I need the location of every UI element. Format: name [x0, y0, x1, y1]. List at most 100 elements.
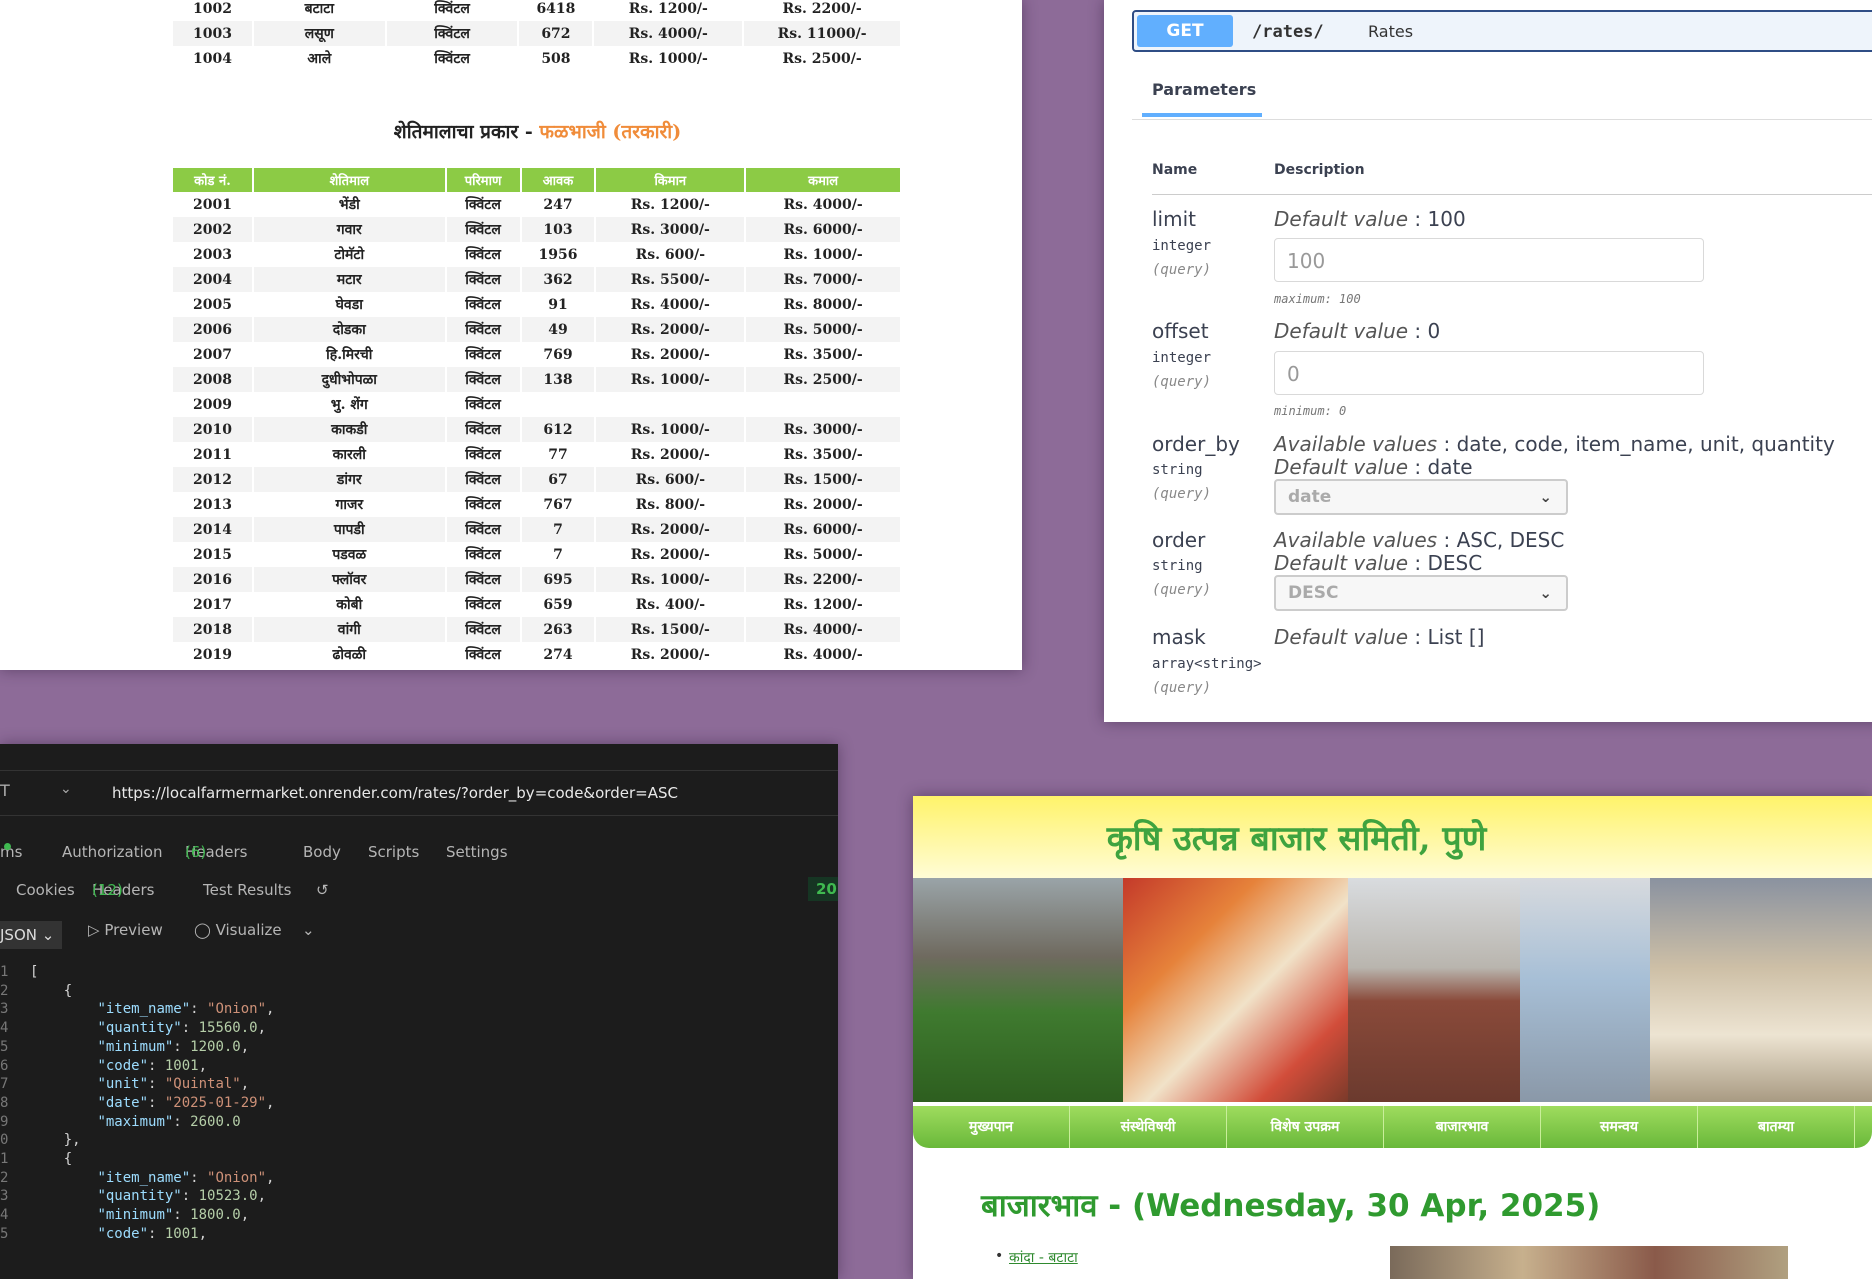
nav-item[interactable]: मुख्यपान [913, 1106, 1070, 1148]
table-cell: क्विंटल [445, 392, 522, 417]
column-header: किमान [595, 168, 747, 192]
json-bracket: { [30, 982, 73, 999]
tab-parameters[interactable]: Parameters [1152, 80, 1256, 99]
method-selector[interactable]: T [0, 781, 10, 800]
json-value: 1001 [164, 1057, 199, 1074]
table-cell: कारली [252, 442, 447, 467]
rates-table: कोड नं. शेतिमाल परिमाण आवक किमान कमाल 2001 भें… [173, 168, 902, 667]
punctuation: , [266, 1094, 275, 1111]
selected-value: date [1288, 487, 1332, 507]
table-cell: Rs. 1500/- [595, 617, 747, 642]
table-cell: 2011 [173, 442, 254, 467]
table-cell: 508 [518, 46, 595, 71]
table-cell: Rs. 3000/- [595, 217, 747, 242]
site-nav: मुख्यपान संस्थेविषयी विशेष उपक्रम बाजारभाव स… [913, 1106, 1872, 1148]
table-row: 1004 आले क्विंटल 508 Rs. 1000/- Rs. 2500/- [173, 46, 902, 71]
history-icon[interactable]: ↺ [316, 881, 329, 899]
table-cell: Rs. 600/- [595, 467, 747, 492]
rates-link[interactable]: कांदा - बटाटा [1009, 1248, 1078, 1267]
column-header: आवक [520, 168, 597, 192]
json-value: 1200.0 [190, 1038, 241, 1055]
line-number: 1 [0, 964, 9, 980]
table-cell: लसूण [252, 21, 387, 46]
nav-item[interactable]: विशेष उपक्रम [1227, 1106, 1384, 1148]
tab-body[interactable]: Body [303, 843, 341, 861]
table-cell: भेंडी [252, 192, 447, 217]
rates-sheet-panel: 1002 बटाटा क्विंटल 6418 Rs. 1200/- Rs. 2200/-… [0, 0, 1022, 670]
punctuation: , [198, 1057, 208, 1074]
punctuation: , [266, 1169, 275, 1186]
visualize-button[interactable]: ◯ Visualize [194, 921, 282, 939]
table-cell: 672 [518, 21, 595, 46]
endpoint-bar[interactable]: GET /rates/ Rates [1132, 10, 1872, 52]
table-cell: 362 [520, 267, 597, 292]
table-cell: Rs. 2000/- [595, 642, 747, 667]
url-input[interactable]: https://localfarmermarket.onrender.com/r… [112, 784, 678, 802]
chevron-down-icon[interactable]: ⌄ [302, 921, 315, 939]
table-cell: दुधीभोपळा [252, 367, 447, 392]
code-text: "item_name": "Onion", [30, 1170, 274, 1186]
offset-input[interactable]: 0 [1274, 351, 1704, 395]
punctuation: : [148, 1076, 165, 1093]
punctuation: , [257, 1020, 267, 1037]
tab-authorization[interactable]: Authorization [62, 843, 162, 861]
banner-sacks-image [1520, 878, 1650, 1102]
code-text: "item_name": "Onion", [30, 1001, 274, 1017]
line-number: 9 [0, 1113, 9, 1130]
tab-cookies[interactable]: Cookies [16, 881, 75, 899]
punctuation: : [173, 1207, 191, 1224]
order-by-select[interactable]: date ⌄ [1274, 479, 1568, 515]
table-cell: Rs. 4000/- [595, 292, 747, 317]
tab-settings[interactable]: Settings [446, 843, 508, 861]
table-row: 2019 ढोवळी क्विंटल 274 Rs. 2000/- Rs. 4000/- [173, 642, 902, 667]
chevron-down-icon[interactable]: ⌄ [60, 781, 72, 797]
page-heading: बाजारभाव - (Wednesday, 30 Apr, 2025) [981, 1188, 1601, 1224]
preview-button[interactable]: ▷ Preview [88, 921, 163, 939]
punctuation: : [190, 1169, 208, 1186]
headers-count: (6) [185, 843, 207, 861]
code-text: "date": "2025-01-29", [30, 1095, 274, 1111]
nav-item[interactable]: बाजारभाव [1384, 1106, 1541, 1148]
table-row: 2004 मटार क्विंटल 362 Rs. 5500/- Rs. 7000/- [173, 267, 902, 292]
punctuation: , [240, 1076, 250, 1093]
code-text: "minimum": 1200.0, [30, 1039, 249, 1055]
table-cell: Rs. 1000/- [595, 567, 747, 592]
line-number: 4 [0, 1020, 9, 1037]
nav-item[interactable]: समन्वय [1541, 1106, 1698, 1148]
table-cell: Rs. 6000/- [745, 517, 902, 542]
table-cell: क्विंटल [445, 192, 522, 217]
table-cell: 77 [520, 442, 597, 467]
punctuation: : [181, 1188, 199, 1205]
table-cell: पापडी [252, 517, 447, 542]
headers-count: (12) [92, 881, 123, 899]
param-name: order [1152, 528, 1206, 552]
tab-test-results[interactable]: Test Results [203, 881, 291, 899]
table-cell: 2002 [173, 217, 254, 242]
table-row: 2007 हि.मिरची क्विंटल 769 Rs. 2000/- Rs. 3500… [173, 342, 902, 367]
column-name-header: Name [1152, 162, 1198, 178]
table-cell: 695 [520, 567, 597, 592]
table-cell: क्विंटल [445, 267, 522, 292]
table-cell: Rs. 1200/- [595, 192, 747, 217]
order-select[interactable]: DESC ⌄ [1274, 575, 1568, 611]
tab-scripts[interactable]: Scripts [368, 843, 419, 861]
divider [1152, 194, 1872, 195]
nav-item[interactable]: बातम्या [1698, 1106, 1855, 1148]
table-cell: दोडका [252, 317, 447, 342]
param-type: integer [1152, 238, 1212, 254]
line-number: 3 [0, 1188, 9, 1205]
table-cell: 2018 [173, 617, 254, 642]
table-cell: Rs. 1000/- [595, 417, 747, 442]
nav-item[interactable]: संस्थेविषयी [1070, 1106, 1227, 1148]
table-cell: 67 [520, 467, 597, 492]
table-row: 2016 फ्लॉवर क्विंटल 695 Rs. 1000/- Rs. 2200/- [173, 567, 902, 592]
param-note: minimum: 0 [1274, 404, 1347, 418]
default-value: date [1427, 455, 1473, 479]
table-cell: 767 [520, 492, 597, 517]
table-cell: Rs. 2000/- [595, 342, 747, 367]
table-row: 2005 घेवडा क्विंटल 91 Rs. 4000/- Rs. 8000/- [173, 292, 902, 317]
format-selector[interactable]: JSON ⌄ [0, 921, 62, 949]
json-key: "item_name" [97, 1169, 191, 1186]
table-cell: Rs. 3000/- [745, 417, 902, 442]
limit-input[interactable]: 100 [1274, 238, 1704, 282]
